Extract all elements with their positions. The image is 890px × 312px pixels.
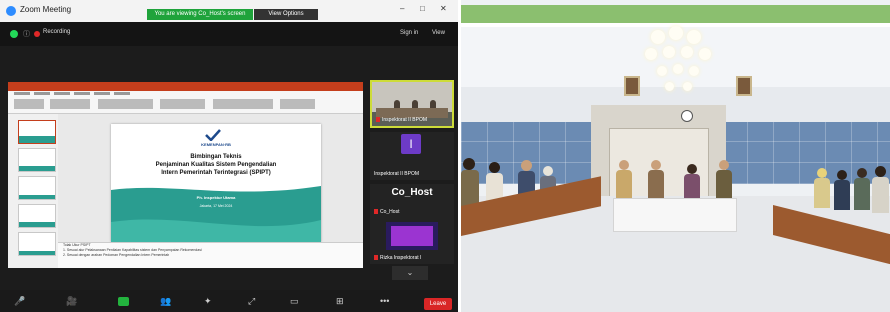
slide-date: Jakarta, 17 Mei 2024 <box>199 204 233 208</box>
meeting-room-photo <box>461 0 890 312</box>
green-banner <box>461 5 890 23</box>
white-table <box>613 198 737 232</box>
participant-tile[interactable]: I Inspektorat II BPOM <box>370 132 454 180</box>
participant-tile[interactable]: Inspektorat II BPOM <box>370 80 454 128</box>
speaker-notes: Tolak Ukur PSIPT 1. Sesuai alur Pelaksan… <box>58 242 363 268</box>
slide-wave-graphic <box>111 186 321 242</box>
more-icon[interactable]: ••• <box>380 296 389 306</box>
kemenpan-logo-icon <box>205 129 221 141</box>
slide-thumbnails <box>8 114 58 268</box>
slide-title-line: Intern Pemerintah Terintegrasi (SPIPT) <box>161 170 271 176</box>
slide-title-line: Penjaminan Kualitas Sistem Pengendalian <box>155 162 277 168</box>
meeting-toolbar: 🎤 🎥 👥 ✦ ⤢ ▭ ⊞ ••• Leave <box>0 290 458 312</box>
wall-portrait <box>736 76 752 96</box>
sign-in-button[interactable]: Sign in <box>400 30 418 36</box>
participant-name: Co_Host <box>374 209 399 215</box>
slide-thumbnail[interactable] <box>18 120 56 144</box>
notes-line: 2. Sesuai dengan arahan Pedoman Pengenda… <box>63 253 170 257</box>
slide-thumbnail[interactable] <box>18 204 56 228</box>
zoom-window: Zoom Meeting You are viewing Co_Host's s… <box>0 0 458 312</box>
share-banner: You are viewing Co_Host's screen <box>147 9 253 20</box>
mic-icon[interactable]: 🎤 <box>14 296 25 307</box>
participant-tile[interactable]: Rizka Inspektorat I <box>370 218 454 264</box>
view-options-button[interactable]: View Options <box>254 9 318 20</box>
minimize-button[interactable]: – <box>400 4 404 13</box>
slide-thumbnail[interactable] <box>18 176 56 200</box>
shield-icon[interactable] <box>10 30 18 38</box>
slide-thumbnail[interactable] <box>18 232 56 256</box>
muted-mic-icon <box>374 209 378 215</box>
rail-scroll-down-icon[interactable]: ⌄ <box>392 266 428 280</box>
slide-title-line: Bimbingan Teknis <box>190 154 242 160</box>
record-icon[interactable]: ▭ <box>290 296 299 307</box>
powerpoint-ribbon <box>8 91 363 114</box>
meeting-header: ⓘ Recording Sign in View <box>0 22 458 46</box>
share-screen-icon[interactable]: ⤢ <box>248 296 255 307</box>
recording-icon <box>34 31 40 37</box>
info-icon[interactable]: ⓘ <box>23 29 30 39</box>
participant-name: Rizka Inspektorat I <box>374 255 421 261</box>
participant-name: Inspektorat II BPOM <box>376 117 427 123</box>
participants-icon[interactable]: 👥 <box>160 296 171 307</box>
slide-thumbnail[interactable] <box>18 148 56 172</box>
muted-mic-icon <box>376 117 380 123</box>
video-icon[interactable]: 🎥 <box>66 296 77 307</box>
slide-logo-text: KEMENPAN·RB <box>201 142 231 147</box>
security-icon[interactable] <box>118 297 129 306</box>
powerpoint-titlebar <box>8 82 363 91</box>
maximize-button[interactable]: □ <box>420 4 425 13</box>
participant-name-large: Co_Host <box>391 187 433 198</box>
slide-speaker: Ph. Inspektur Utama <box>196 195 236 200</box>
recording-label: Recording <box>43 29 71 35</box>
close-button[interactable]: ✕ <box>440 4 447 13</box>
wall-clock-icon <box>681 110 693 122</box>
current-slide: KEMENPAN·RB Bimbingan Teknis Penjaminan … <box>111 124 321 242</box>
participant-screen <box>386 222 438 250</box>
slide-narasumber: Narasumber BPKP <box>199 186 233 191</box>
view-button[interactable]: View <box>432 30 445 36</box>
shared-screen: KEMENPAN·RB Bimbingan Teknis Penjaminan … <box>8 82 363 268</box>
reactions-icon[interactable]: ✦ <box>204 296 212 307</box>
participant-name: Inspektorat II BPOM <box>374 171 420 177</box>
participant-avatar: I <box>401 134 421 154</box>
apps-icon[interactable]: ⊞ <box>336 296 344 307</box>
zoom-logo-icon <box>6 6 16 16</box>
title-bar: Zoom Meeting You are viewing Co_Host's s… <box>0 0 458 22</box>
leave-button[interactable]: Leave <box>424 298 452 310</box>
muted-mic-icon <box>374 255 378 261</box>
window-title: Zoom Meeting <box>20 5 72 14</box>
participant-tile[interactable]: Co_Host Co_Host <box>370 184 454 218</box>
wall-portrait <box>624 76 640 96</box>
